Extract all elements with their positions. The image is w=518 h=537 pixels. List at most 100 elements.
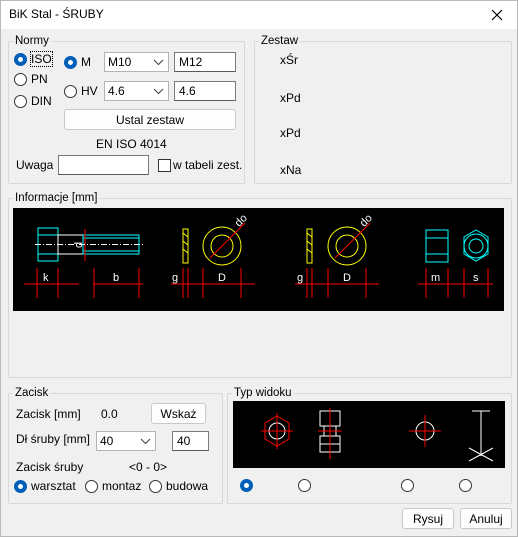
radio-mode-budowa-circle [149,479,162,493]
uwaga-label: Uwaga [16,158,54,172]
radio-view-4-circle [459,479,472,492]
radio-pn[interactable]: PN [14,72,48,86]
radio-class-m[interactable]: M [64,55,91,69]
cancel-button-label: Anuluj [469,511,503,526]
view-type-preview-svg [261,408,494,462]
in-table-checkbox-label: w tabeli zest. [173,158,243,172]
view-bolt-side-icon [318,408,342,459]
radio-class-m-label: M [81,55,91,69]
dim-label: k [43,272,49,284]
radio-view-4[interactable] [459,479,472,492]
chevron-down-icon [153,88,164,95]
view-hex-front-icon [261,413,293,449]
radio-din-circle [14,94,27,108]
set-button[interactable]: Ustal zestaw [64,109,236,130]
view-type-preview [233,401,505,468]
radio-din-label: DIN [31,94,52,108]
window-title: BiK Stal - ŚRUBY [9,7,104,21]
show-button-label: Wskaż [160,406,197,421]
in-table-checkbox-box [158,158,171,172]
m-size-select-value: M10 [108,55,132,69]
uwaga-input[interactable] [58,155,149,175]
dim-label: D [218,272,226,284]
screw-grip-range: <0 - 0> [129,460,168,474]
radio-view-2[interactable] [298,479,311,492]
info-drawing-svg: k b d g D do g D do m s [24,212,493,298]
radio-view-3[interactable] [401,479,414,492]
radio-pn-label: PN [31,72,48,86]
hv-class-input-value: 4.6 [179,84,196,98]
hv-class-select[interactable]: 4.6 [104,81,169,101]
info-drawing: k b d g D do g D do m s [13,208,504,311]
zacisk-value: 0.0 [101,407,118,421]
zacisk-legend: Zacisk [15,387,49,399]
dim-label: d [73,242,85,248]
zacisk-label: Zacisk [mm] [16,407,81,421]
radio-class-hv-label: HV [81,84,98,98]
close-button[interactable] [477,1,517,29]
radio-pn-circle [14,72,27,86]
radio-view-1[interactable] [240,479,253,492]
radio-mode-budowa-label: budowa [166,479,209,493]
set-button-label: Ustal zestaw [115,112,185,127]
radio-iso-label: ISO [30,51,53,67]
washer-drawing [182,222,371,266]
radio-iso-circle [14,52,27,66]
nut-drawing [425,229,489,263]
chevron-down-icon [140,438,151,445]
dim-label: D [343,272,351,284]
cancel-button[interactable]: Anuluj [460,508,512,529]
radio-iso[interactable]: ISO [14,51,53,67]
norm-label: EN ISO 4014 [96,137,167,151]
zestaw-item: xŚr [280,53,298,67]
length-input-value: 40 [177,434,191,448]
radio-class-hv[interactable]: HV [64,84,98,98]
radio-mode-budowa[interactable]: budowa [149,479,208,493]
normy-legend: Normy [15,35,49,47]
radio-mode-montaz[interactable]: montaz [85,479,141,493]
info-legend: Informacje [mm] [15,192,98,204]
length-label: Dł śruby [mm] [16,432,91,446]
chevron-down-icon [153,59,164,66]
radio-mode-warsztat-label: warsztat [31,479,76,493]
m-size-select[interactable]: M10 [104,52,169,72]
dim-label: s [473,272,479,284]
m-size-input[interactable]: M12 [174,52,236,72]
show-button[interactable]: Wskaż [151,403,206,424]
bolt-drawing [35,227,143,262]
radio-view-2-circle [298,479,311,492]
radio-din[interactable]: DIN [14,94,52,108]
in-table-checkbox[interactable]: w tabeli zest. [158,158,242,172]
view-circle-cross-icon [409,415,441,447]
draw-button[interactable]: Rysuj [402,508,454,529]
radio-mode-montaz-circle [85,479,98,493]
hv-class-select-value: 4.6 [108,84,125,98]
m-size-input-value: M12 [179,55,203,69]
close-icon [491,9,503,21]
dim-label: g [297,272,303,284]
radio-class-hv-circle [64,84,77,98]
radio-view-1-circle [240,479,253,492]
radio-view-3-circle [401,479,414,492]
radio-mode-warsztat-circle [14,479,27,493]
hv-class-input[interactable]: 4.6 [174,81,236,101]
draw-button-label: Rysuj [412,511,443,526]
length-input[interactable]: 40 [172,431,209,451]
dim-label: m [431,272,440,284]
length-select-value: 40 [100,434,114,448]
dialog-window: BiK Stal - ŚRUBY Normy ISO PN DIN M HV M… [0,0,518,537]
radio-class-m-circle [64,55,77,69]
dim-label: b [113,272,119,284]
view-axis-symbol-icon [468,410,494,462]
title-bar: BiK Stal - ŚRUBY [1,1,517,29]
zestaw-item: xNa [280,163,302,177]
dim-label: g [172,272,178,284]
zestaw-legend: Zestaw [261,35,299,47]
radio-mode-montaz-label: montaz [102,479,142,493]
dim-label: do [358,212,375,229]
radio-mode-warsztat[interactable]: warsztat [14,479,76,493]
length-select[interactable]: 40 [96,431,156,451]
dimension-lines [24,268,493,298]
dim-label: do [233,212,250,229]
screw-grip-label: Zacisk śruby [16,460,84,474]
